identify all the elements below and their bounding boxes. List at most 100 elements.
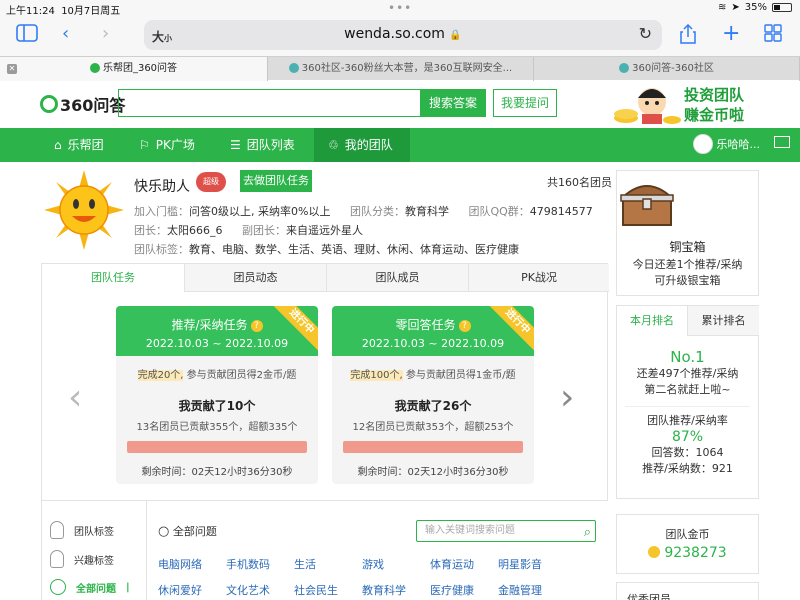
multitask-dots-icon[interactable]: ••• (388, 1, 412, 15)
chest-title: 铜宝箱 (669, 240, 706, 254)
category-link[interactable]: 社会民生 (294, 582, 338, 598)
favicon-icon (288, 63, 299, 73)
main-nav: ⌂ 乐帮团 ⚐ PK广场 ☰ 团队列表 ♲ 我的团队 乐哈哈... (0, 128, 800, 162)
home-icon: ⌂ (54, 138, 62, 152)
logo-q-icon (40, 95, 58, 113)
tab-360-community[interactable]: 360社区-360粉丝大本营，是360互联网安全... (268, 57, 534, 81)
back-icon[interactable]: ‹ (62, 24, 69, 44)
coins-value: 9238273 (617, 545, 758, 561)
list-icon: ☰ (230, 138, 241, 152)
team-coins-box: 团队金币 9238273 (616, 514, 759, 574)
team-leader-link[interactable]: 太阳666_6 (167, 224, 223, 237)
adopt-rate-label: 团队推荐/采纳率 (647, 414, 728, 427)
vice-leader-link[interactable]: 来自遥远外星人 (286, 224, 363, 237)
battery-percent: 35% (744, 2, 767, 13)
nav-item-pk[interactable]: ⚐ PK广场 (135, 128, 215, 162)
mail-icon[interactable] (774, 136, 790, 148)
help-icon[interactable]: ? (458, 320, 471, 332)
new-tab-icon[interactable]: + (722, 23, 740, 45)
category-link[interactable]: 文化艺术 (226, 582, 270, 598)
ask-question-button[interactable]: 我要提问 (493, 89, 557, 117)
site-logo[interactable]: 360问答 (40, 92, 125, 116)
excellent-members-box: 优秀团员 (616, 582, 759, 600)
nav-item-home[interactable]: ⌂ 乐帮团 (50, 128, 120, 162)
card-team-contribution: 13名团员已贡献355个，超额335个 (136, 422, 298, 433)
tab-lebangtuan[interactable]: ✕ 乐帮团_360问答 (0, 57, 268, 81)
chest-desc-1: 今日还差1个推荐/采纳 (632, 258, 743, 271)
forward-icon[interactable]: › (102, 24, 109, 44)
category-link[interactable]: 休闲爱好 (158, 582, 202, 598)
share-icon[interactable] (680, 23, 696, 49)
search-icon[interactable]: ⌕ (584, 523, 591, 543)
tab-team-members[interactable]: 团队成员 (326, 264, 468, 292)
team-icon: ♲ (328, 138, 339, 152)
flag-icon: ⚐ (139, 138, 150, 152)
progress-bar (343, 441, 523, 453)
close-tab-icon[interactable]: ✕ (7, 64, 17, 74)
reload-icon[interactable]: ↻ (639, 24, 652, 43)
location-icon: ➤ (731, 2, 740, 13)
address-bar[interactable]: 大小 wenda.so.com 🔒 ↻ (144, 20, 662, 50)
card-reward: 完成20个, 参与贡献团员得2金币/题 (137, 370, 297, 381)
sidebar-icon[interactable] (16, 24, 38, 47)
tab-member-activity[interactable]: 团员动态 (184, 264, 326, 292)
adopt-rate-value: 87% (671, 429, 704, 445)
rank-gap: 还差497个推荐/采纳 (636, 367, 739, 380)
answer-count: 回答数：1064 (651, 446, 724, 459)
all-questions-label: ○ 全部问题 (158, 524, 217, 539)
help-icon[interactable]: ? (250, 320, 263, 332)
filter-interest-tags[interactable]: 兴趣标签 (50, 550, 114, 568)
card-reward: 完成100个, 参与贡献团员得1金币/题 (350, 370, 516, 381)
favicon-icon (619, 63, 630, 73)
wifi-icon: ≋ (717, 2, 727, 13)
search-button[interactable]: 搜索答案 (420, 89, 486, 117)
team-info-row-1: 加入门槛：问答0级以上, 采纳率0%以上 团队分类：教育科学 团队QQ群：479… (134, 205, 593, 218)
question-search-input[interactable]: 输入关键词搜索问题 ⌕ (416, 520, 596, 542)
card-remaining-time: 剩余时间：02天12小时36分30秒 (357, 467, 509, 478)
super-team-badge: 超级 (196, 172, 226, 192)
team-info-row-2: 团长：太阳666_6 副团长：来自遥远外星人 (134, 224, 363, 237)
search-icon (50, 579, 66, 595)
rank-position: No.1 (670, 348, 705, 366)
prev-arrow-icon[interactable]: ‹ (68, 380, 82, 416)
adopted-count: 推荐/采纳数：921 (642, 462, 733, 475)
tab-team-tasks[interactable]: 团队任务 (42, 264, 184, 292)
user-menu[interactable]: 乐哈哈... (692, 134, 760, 154)
category-link[interactable]: 手机数码 (226, 556, 270, 572)
member-count: 共160名团员 (547, 176, 612, 189)
team-task-panel: 团队任务 团员动态 团队成员 PK战况 ‹ › 推荐/采纳任务? 2022.10… (41, 263, 609, 501)
favicon-icon (89, 63, 100, 73)
tab-overview-icon[interactable] (764, 24, 782, 47)
status-time: 上午11:24 10月7日周五 (6, 6, 121, 17)
coin-icon (648, 546, 661, 558)
category-link[interactable]: 体育运动 (430, 556, 474, 572)
team-task-button[interactable]: 去做团队任务 (240, 170, 312, 192)
next-arrow-icon[interactable]: › (560, 380, 574, 416)
tab-total-rank[interactable]: 累计排名 (687, 306, 759, 336)
promo-banner[interactable]: 投资团队 赚金币啦 (612, 82, 762, 126)
browser-toolbar: ‹ › 大小 wenda.so.com 🔒 ↻ + (0, 16, 800, 56)
category-link[interactable]: 电脑网络 (158, 556, 202, 572)
filter-all-questions[interactable]: 全部问题 | (50, 579, 130, 595)
nav-item-my-team[interactable]: ♲ 我的团队 (314, 128, 410, 162)
nav-item-team-list[interactable]: ☰ 团队列表 (226, 128, 311, 162)
bulb-icon (50, 550, 64, 568)
search-input[interactable] (118, 89, 420, 117)
card-my-contribution: 我贡献了26个 (394, 399, 472, 413)
task-card-recommend: 推荐/采纳任务? 2022.10.03 ~ 2022.10.09 进行中 完成2… (116, 306, 318, 484)
category-link[interactable]: 教育科学 (362, 582, 406, 598)
tab-360-wenda-community[interactable]: 360问答-360社区 (534, 57, 800, 81)
excellent-members-title: 优秀团员 (627, 593, 671, 600)
filter-team-tags[interactable]: 团队标签 (50, 521, 114, 539)
treasure-chest-icon[interactable] (617, 179, 677, 229)
category-link[interactable]: 金融管理 (498, 582, 542, 598)
url-host[interactable]: wenda.so.com 🔒 (144, 26, 662, 42)
category-link[interactable]: 生活 (294, 556, 316, 572)
treasure-chest-box: 铜宝箱 今日还差1个推荐/采纳 可升级银宝箱 (616, 170, 759, 296)
tab-monthly-rank[interactable]: 本月排名 (617, 306, 687, 336)
category-link[interactable]: 明星影音 (498, 556, 542, 572)
category-link[interactable]: 医疗健康 (430, 582, 474, 598)
card-my-contribution: 我贡献了10个 (178, 399, 256, 413)
category-link[interactable]: 游戏 (362, 556, 384, 572)
tab-pk-status[interactable]: PK战况 (468, 264, 609, 292)
